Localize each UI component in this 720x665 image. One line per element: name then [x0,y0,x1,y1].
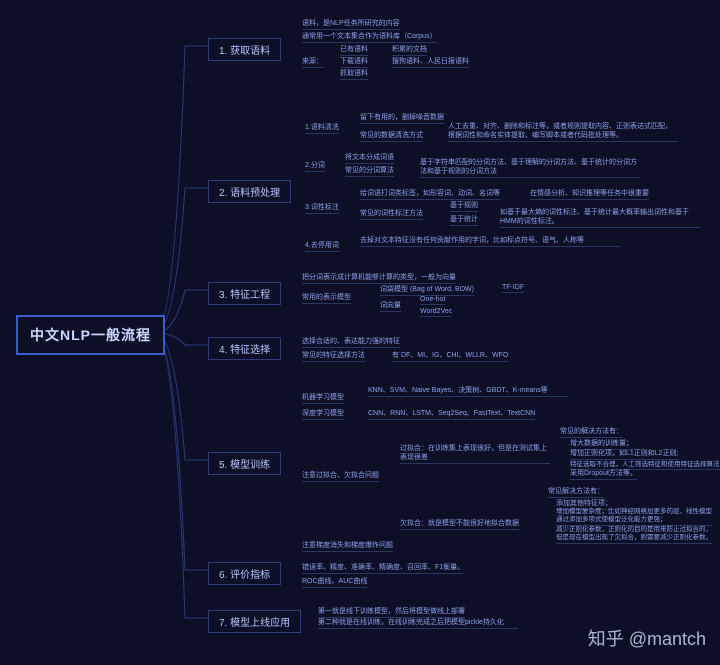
s4-b: 常见的特征选择方法 [302,350,365,362]
s5-c2h: 常见解决方法有： [548,486,604,498]
s3-b3: 词向量 [380,300,401,312]
s2-p2b1: 基于字符串匹配的分词方法、基于理解的分词方法、基于统计的分词方法和基于规则的分词… [420,158,640,178]
s4-b1: 有 DF、MI、IG、CHI、WLLR、WFO [392,350,508,362]
root-label: 中文NLP一般流程 [30,327,151,343]
s2-p2b: 常见的分词算法 [345,165,394,177]
s1-c3: 下载语料 [340,56,368,68]
step-2: 2. 语料预处理 [208,180,291,203]
s4-a: 选择合适的、表达能力强的特征 [302,336,400,348]
s2-p3b2a: 如基于最大熵的词性标注、基于统计最大概率输出词性和基于HMM的词性标注。 [500,208,700,228]
s5-c2c: 减少正则化参数，正则化的目的是用来防止过拟合的，但是现在模型出现了欠拟合，则需要… [556,526,712,544]
s3-b1: 词袋模型 (Bag of Word, BOW) [380,284,474,296]
s5-c2b: 增加模型复杂度，比如神经网络加更多的层、线性模型通过添加多项式使模型泛化能力更强… [556,508,712,526]
s2-p2: 2.分词 [305,160,325,172]
s5-c1d: 采用Dropout方法等。 [570,468,637,480]
s2-p3a1: 在情感分析、知识推理等任务中很重要 [530,188,649,200]
step-6: 6. 评价指标 [208,562,281,585]
s1-c2: 积累的文档 [392,44,427,56]
s5-c1: 过拟合：在训练集上表现很好，但是在测试集上表现很差 [400,444,550,464]
s3-b2: TF-IDF [502,284,524,293]
step-1: 1. 获取语料 [208,38,281,61]
s3-b: 常用的表示模型 [302,292,351,304]
s7-b: 第二种就是在线训练，在线训练完成之后把模型pickle持久化 [318,618,518,629]
step-2-label: 2. 语料预处理 [219,188,280,199]
step-7-label: 7. 模型上线应用 [219,618,290,629]
s2-p4: 4.去停用词 [305,240,339,252]
s2-p3a: 给词语打词类标签，如形容词、动词、名词等 [360,188,500,200]
s5-c2: 欠拟合：就是模型不能很好地拟合数据 [400,518,519,530]
s1-a: 语料，是NLP任务所研究的内容 [302,18,400,30]
s2-p3b2: 基于统计 [450,214,478,226]
s2-p2a: 将文本分成词语 [345,152,394,164]
step-6-label: 6. 评价指标 [219,570,270,581]
step-5-label: 5. 模型训练 [219,460,270,471]
root-node: 中文NLP一般流程 [16,315,165,355]
s2-p1: 1.语料清洗 [305,122,339,134]
s5-b: 深度学习模型 [302,408,344,420]
s1-c1: 已有语料 [340,44,368,56]
step-3-label: 3. 特征工程 [219,290,270,301]
s2-p4a: 去掉对文本特征没有任何贡献作用的字词，比如标点符号、语气、人称等 [360,236,620,247]
s1-c5: 抓取语料 [340,68,368,80]
s6-a: 错误率、精度、准确率、精确度、召回率、F1衡量。 [302,562,464,574]
s5-a1: KNN、SVM、Naive Bayes、决策树、GBDT、K-means等 [368,386,568,397]
step-4-label: 4. 特征选择 [219,345,270,356]
s1-c: 来源： [302,56,323,68]
s3-b3b: Word2Vec [420,308,452,317]
s5-a: 机器学习模型 [302,392,344,404]
s5-b1: CNN、RNN、LSTM、Seq2Seq、FastText、TextCNN [368,408,535,420]
step-7: 7. 模型上线应用 [208,610,301,633]
s6-b: ROC曲线、AUC曲线 [302,576,367,588]
s2-p1b: 常见的数据清洗方式 [360,130,423,142]
s2-p1a: 留下有用的，删掉噪音数据 [360,112,444,124]
s5-c1h: 常见的解决方法有： [560,426,623,438]
step-3: 3. 特征工程 [208,282,281,305]
s2-p3b: 常见的词性标注方法 [360,208,423,220]
step-5: 5. 模型训练 [208,452,281,475]
s2-p3b1: 基于规则 [450,200,478,212]
s5-d: 注意梯度消失和梯度爆炸问题 [302,540,393,552]
s1-b: 通常用一个文本集合作为语料库（Corpus） [302,31,437,43]
s2-p3: 3.词性标注 [305,202,339,214]
s5-c: 注意过拟合、欠拟合问题 [302,470,379,482]
s1-c4: 搜狗语料、人民日报语料 [392,56,469,68]
step-4: 4. 特征选择 [208,337,281,360]
step-1-label: 1. 获取语料 [219,46,270,57]
watermark: 知乎 @mantch [588,625,706,651]
s7-a: 第一就是线下训练模型，然后将模型做线上部署 [318,606,465,618]
s3-a: 把分词表示成计算机能够计算的类型，一般为向量 [302,272,456,284]
s2-p1b1: 人工去重、对齐、删除和标注等，或者规则提取内容、正则表达式匹配，根据词性和命名实… [448,122,678,142]
s3-b3a: One-hot [420,296,445,305]
